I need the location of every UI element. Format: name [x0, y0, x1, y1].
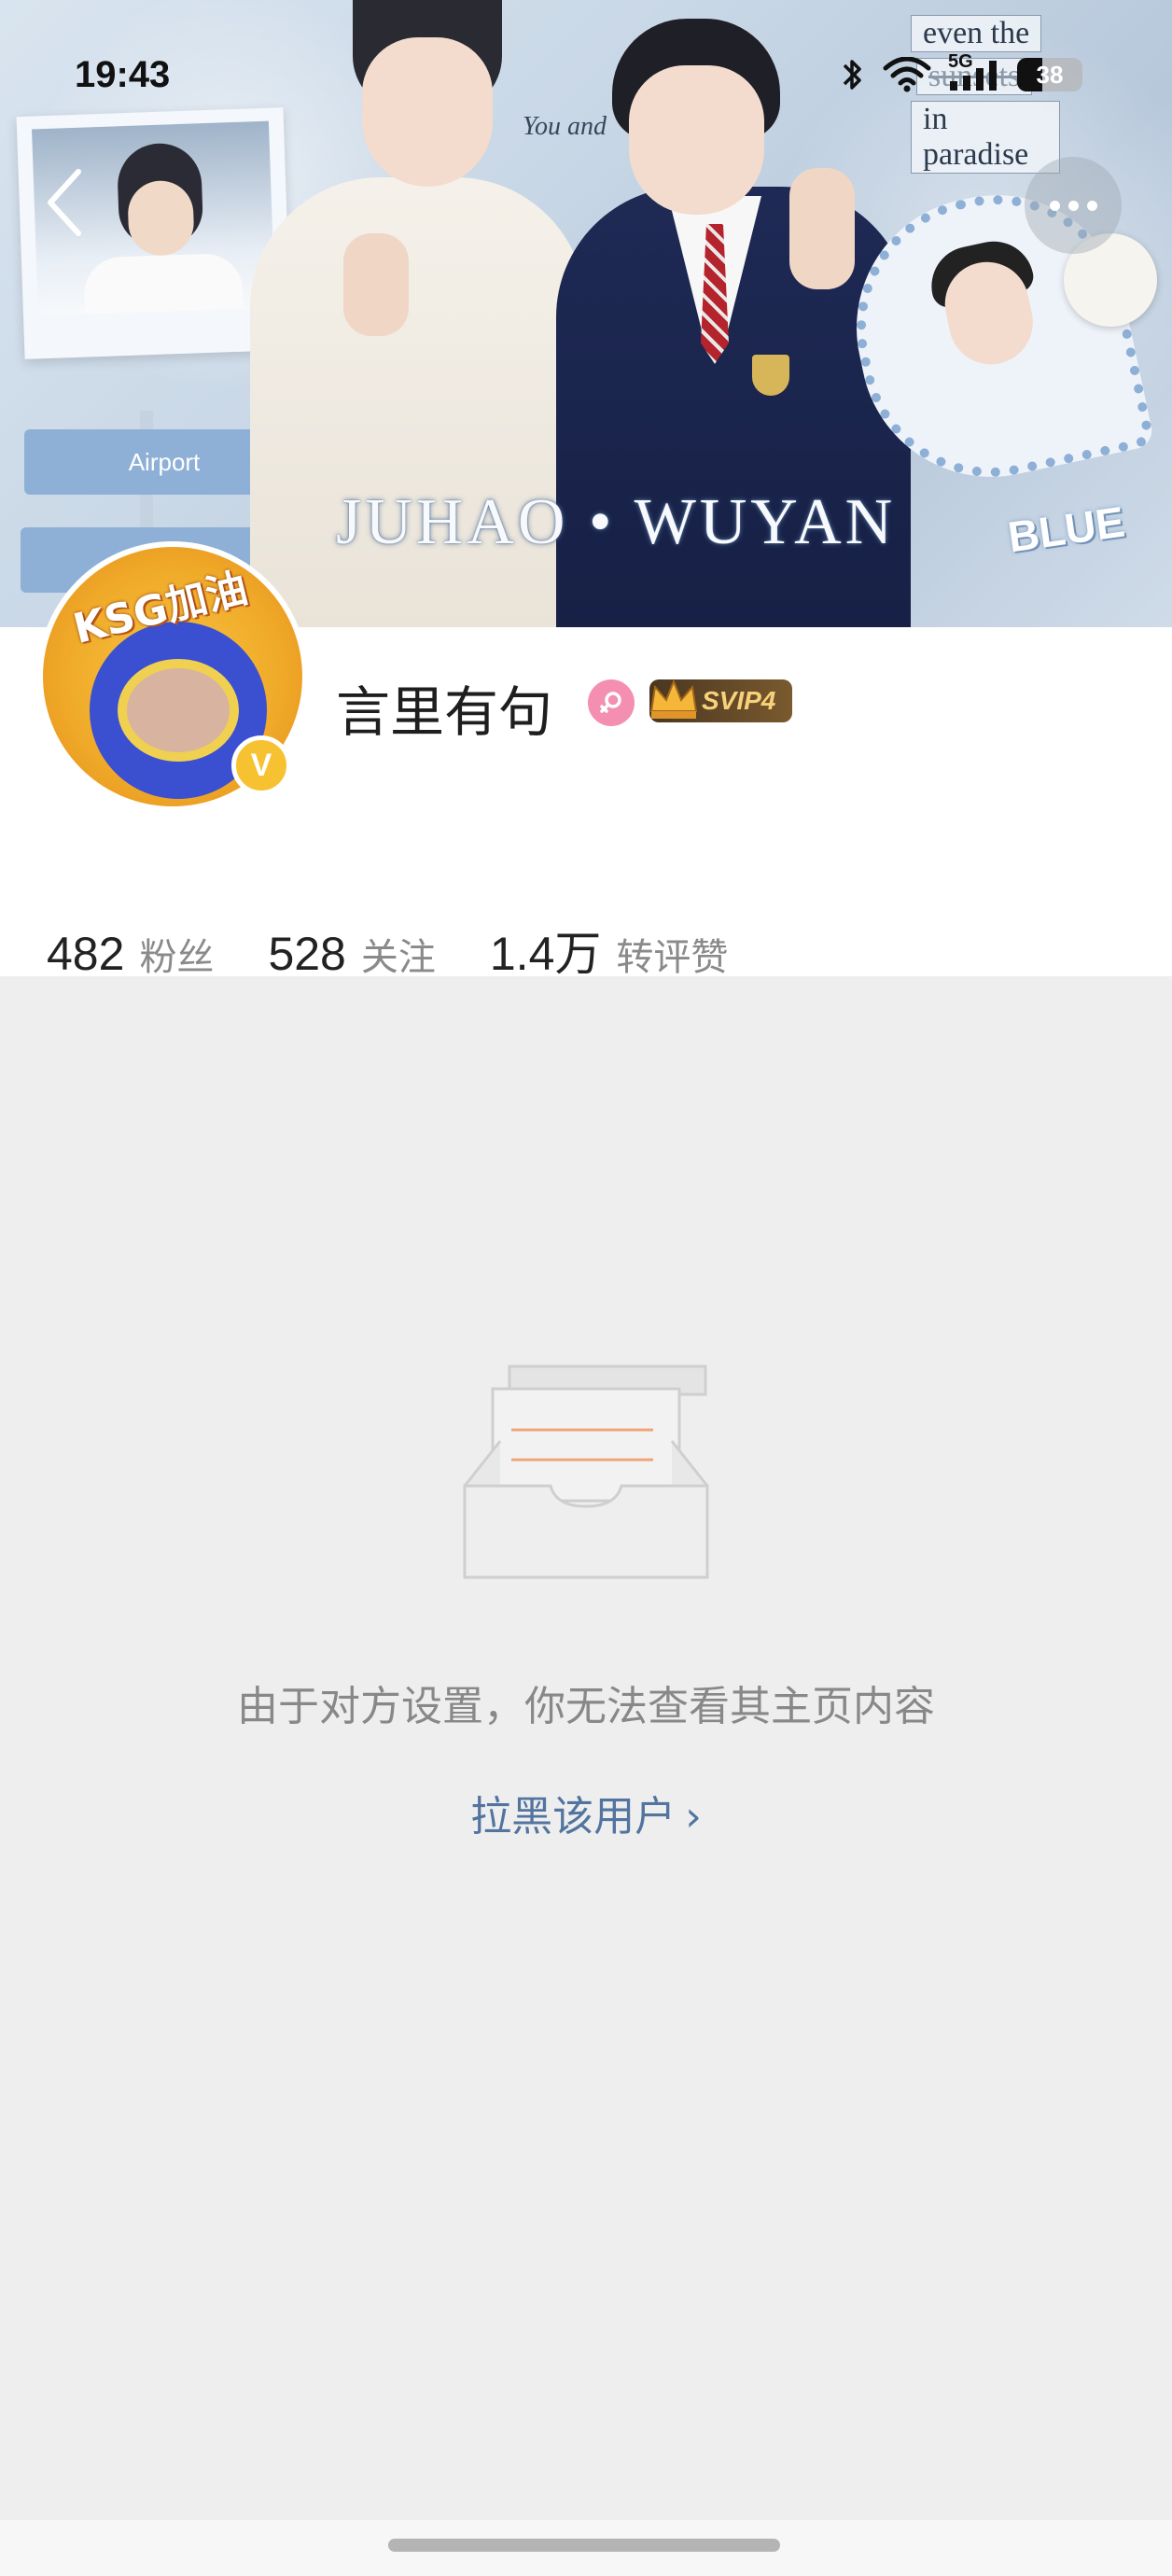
profile-stats: 482 粉丝 528 关注 1.4万 转评赞	[47, 917, 782, 984]
cellular-signal: 5G	[948, 51, 1000, 92]
stat-label: 粉丝	[139, 936, 215, 979]
stat-value: 528	[268, 928, 346, 980]
paradise-sticker: even the sunsets in paradise	[911, 15, 1060, 174]
crown-icon	[649, 679, 698, 719]
svip-label: SVIP4	[702, 686, 776, 715]
back-button[interactable]	[37, 161, 93, 245]
more-button[interactable]	[1025, 157, 1122, 254]
female-icon	[588, 679, 635, 726]
more-dot	[1067, 200, 1079, 211]
empty-inbox-icon	[463, 1365, 709, 1579]
status-time: 19:43	[75, 54, 171, 95]
stat-interactions[interactable]: 1.4万 转评赞	[490, 917, 729, 984]
sticker-line-3: in paradise	[911, 101, 1060, 174]
block-user-link[interactable]: 拉黑该用户 ›	[0, 1783, 1172, 1842]
avatar-face	[118, 659, 239, 762]
banner-overlay-text: JUHAO • WUYAN	[336, 486, 897, 558]
home-indicator[interactable]	[388, 2539, 780, 2552]
v-badge-icon: V	[231, 735, 291, 795]
battery-level-text: 38	[1036, 60, 1064, 89]
sticker-line-1: even the	[911, 15, 1042, 52]
stat-label: 关注	[360, 936, 436, 979]
status-icons: 5G 38	[840, 51, 1082, 93]
chevron-left-icon	[48, 169, 81, 236]
more-dots-icon	[1049, 200, 1060, 211]
stat-followers[interactable]: 482 粉丝	[47, 927, 214, 981]
svip-badge[interactable]: SVIP4	[649, 679, 793, 722]
empty-state-message: 由于对方设置，你无法查看其主页内容	[237, 1683, 935, 1730]
stat-following[interactable]: 528 关注	[268, 927, 435, 981]
stat-label: 转评赞	[616, 936, 729, 979]
stat-value: 482	[47, 928, 125, 980]
block-user-label: 拉黑该用户	[470, 1793, 677, 1841]
battery-indicator: 38	[1017, 58, 1082, 91]
chevron-right-icon: ›	[685, 1793, 702, 1841]
bluetooth-icon	[843, 60, 861, 90]
wifi-icon	[883, 57, 931, 92]
you-and-text: You and	[523, 112, 607, 141]
more-dot	[1086, 200, 1097, 211]
username: 言里有句	[336, 680, 553, 744]
profile-banner[interactable]: Airport You and even the sunsets in para…	[0, 0, 1172, 627]
signal-bars-icon	[950, 61, 997, 91]
stat-value: 1.4万	[489, 928, 602, 980]
